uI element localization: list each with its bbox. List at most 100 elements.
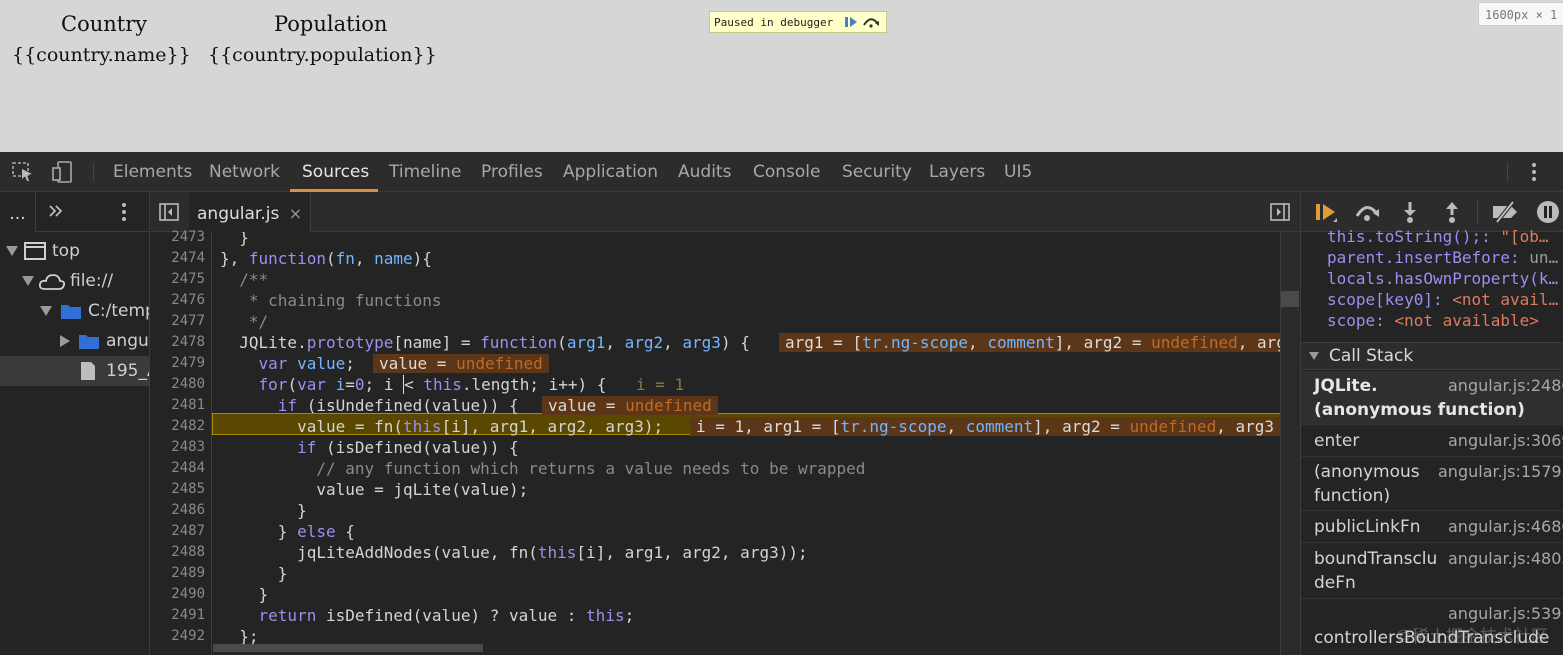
- code-line: value = jqLite(value);: [220, 480, 529, 499]
- resume-button[interactable]: [841, 13, 861, 31]
- inspect-element-button[interactable]: [11, 160, 35, 184]
- line-number[interactable]: 2474: [151, 248, 205, 269]
- step-out-button[interactable]: [1439, 200, 1465, 224]
- line-number[interactable]: 2490: [151, 584, 205, 605]
- tab-profiles[interactable]: Profiles: [481, 152, 543, 192]
- vertical-scroll-thumb[interactable]: [1281, 291, 1299, 307]
- resume-button[interactable]: [1313, 200, 1339, 224]
- toggle-debugger-button[interactable]: [1270, 203, 1290, 221]
- line-number[interactable]: 2488: [151, 542, 205, 563]
- code-line: JQLite.prototype[name] = function(arg1, …: [220, 333, 750, 352]
- navigator-menu-button[interactable]: [114, 201, 134, 223]
- table-cell-country: {{country.name}}: [12, 44, 191, 66]
- line-number[interactable]: 2477: [151, 311, 205, 332]
- tab-ui5[interactable]: UI5: [1004, 152, 1032, 192]
- tab-application[interactable]: Application: [563, 152, 658, 192]
- expand-arrow-icon[interactable]: [22, 276, 34, 286]
- tree-item-top[interactable]: top: [0, 236, 149, 266]
- scope-entry[interactable]: parent.insertBefore: un…: [1327, 247, 1558, 268]
- debugger-sidebar: this.toString();: "[ob… parent.insertBef…: [1300, 192, 1563, 655]
- expand-arrow-icon[interactable]: [1309, 352, 1319, 360]
- call-frame[interactable]: (anonymous function) angular.js:15793: [1301, 457, 1563, 511]
- folder-icon: [61, 305, 81, 319]
- tab-layers[interactable]: Layers: [929, 152, 985, 192]
- line-number[interactable]: 2478: [151, 332, 205, 353]
- call-frame[interactable]: boundTransclu deFn angular.js:4805: [1301, 543, 1563, 599]
- line-number[interactable]: 2482: [151, 416, 205, 437]
- line-number[interactable]: 2484: [151, 458, 205, 479]
- tab-console[interactable]: Console: [753, 152, 821, 192]
- more-tabs-button[interactable]: [46, 201, 66, 221]
- scope-entry[interactable]: this.toString();: "[ob…: [1327, 226, 1549, 247]
- toggle-navigator-button[interactable]: [159, 203, 179, 221]
- line-number[interactable]: 2479: [151, 353, 205, 374]
- collapse-arrow-icon[interactable]: [60, 335, 70, 347]
- scope-entry[interactable]: scope: <not available>: [1327, 310, 1539, 331]
- line-number[interactable]: 2475: [151, 269, 205, 290]
- line-number[interactable]: 2473: [151, 227, 205, 248]
- step-over-button[interactable]: [861, 13, 881, 31]
- call-frame[interactable]: publicLinkFn angular.js:4680: [1301, 511, 1563, 543]
- line-number[interactable]: 2487: [151, 521, 205, 542]
- line-number[interactable]: 2476: [151, 290, 205, 311]
- line-number[interactable]: 2483: [151, 437, 205, 458]
- step-into-button[interactable]: [1397, 200, 1423, 224]
- tab-audits[interactable]: Audits: [678, 152, 731, 192]
- cloud-icon: [38, 274, 66, 290]
- code-line: return isDefined(value) ? value : this;: [258, 606, 635, 625]
- controls-divider: [1477, 200, 1478, 224]
- expand-arrow-icon[interactable]: [6, 246, 18, 256]
- line-number-gutter[interactable]: 2473 2474 2475 2476 2477 2478 2479 2480 …: [151, 229, 212, 655]
- scope-entry[interactable]: scope[key0]: <not avail…: [1327, 289, 1558, 310]
- customize-menu-button[interactable]: [1522, 160, 1546, 184]
- navigator-header: ...: [0, 192, 149, 232]
- line-number[interactable]: 2486: [151, 500, 205, 521]
- line-number[interactable]: 2480: [151, 374, 205, 395]
- tab-security[interactable]: Security: [842, 152, 912, 192]
- tab-angular-js[interactable]: angular.js ×: [189, 192, 312, 232]
- line-number[interactable]: 2491: [151, 605, 205, 626]
- call-frame-location[interactable]: angular.js:4680: [1448, 515, 1563, 539]
- call-stack-header[interactable]: Call Stack: [1301, 342, 1563, 370]
- code-area[interactable]: } }, function(fn, name){ /** * chaining …: [212, 232, 1280, 655]
- call-frame-location[interactable]: angular.js:2480: [1448, 374, 1563, 398]
- line-number[interactable]: 2485: [151, 479, 205, 500]
- call-frame[interactable]: JQLite. (anonymous function) angular.js:…: [1301, 371, 1563, 425]
- tree-item-folder-temp[interactable]: C:/temp: [0, 296, 149, 326]
- step-over-button[interactable]: [1353, 200, 1379, 224]
- line-number[interactable]: 2489: [151, 563, 205, 584]
- file-navigator: ... top file:// C:/temp angul 195_A: [0, 192, 150, 655]
- tab-timeline[interactable]: Timeline: [389, 152, 461, 192]
- code-line: if (isDefined(value)) {: [297, 438, 519, 457]
- code-line: }: [220, 501, 307, 520]
- sidebar-toggle-icon: [1270, 203, 1290, 221]
- close-tab-icon[interactable]: ×: [289, 204, 302, 223]
- more-vertical-icon: [1532, 163, 1536, 181]
- pause-on-exceptions-button[interactable]: [1535, 200, 1561, 224]
- inline-value-2478: arg1 = [tr.ng-scope, comment], arg2 = un…: [779, 333, 1280, 352]
- frame-icon: [24, 242, 46, 260]
- tab-network[interactable]: Network: [209, 152, 280, 192]
- code-line: value = fn(this[i], arg1, arg2, arg3);: [220, 417, 664, 436]
- call-frame[interactable]: enter angular.js:3069: [1301, 425, 1563, 457]
- expand-arrow-icon[interactable]: [40, 306, 52, 316]
- call-frame-location[interactable]: angular.js:15793: [1438, 460, 1563, 484]
- call-frame-location[interactable]: angular.js:3069: [1448, 429, 1563, 453]
- devtools-toolbar: Elements Network Sources Timeline Profil…: [0, 152, 1563, 192]
- step-over-icon: [1355, 206, 1379, 221]
- horizontal-scroll-thumb[interactable]: [213, 644, 483, 652]
- tab-elements[interactable]: Elements: [113, 152, 192, 192]
- tab-sources[interactable]: Sources: [302, 152, 369, 192]
- deactivate-breakpoints-button[interactable]: [1491, 200, 1517, 224]
- tree-item-folder-angular[interactable]: angul: [0, 326, 149, 356]
- line-number[interactable]: 2481: [151, 395, 205, 416]
- line-number[interactable]: 2492: [151, 626, 205, 647]
- device-mode-button[interactable]: [50, 160, 74, 184]
- scope-entry[interactable]: locals.hasOwnProperty(k…: [1327, 268, 1558, 289]
- tree-item-file-origin[interactable]: file://: [0, 266, 149, 296]
- resume-icon: [845, 17, 858, 27]
- call-frame-location[interactable]: angular.js:4805: [1448, 547, 1563, 571]
- tree-item-file-html[interactable]: 195_A: [0, 356, 149, 386]
- navigator-tab-sources[interactable]: ...: [0, 192, 36, 232]
- code-line: }: [220, 232, 249, 247]
